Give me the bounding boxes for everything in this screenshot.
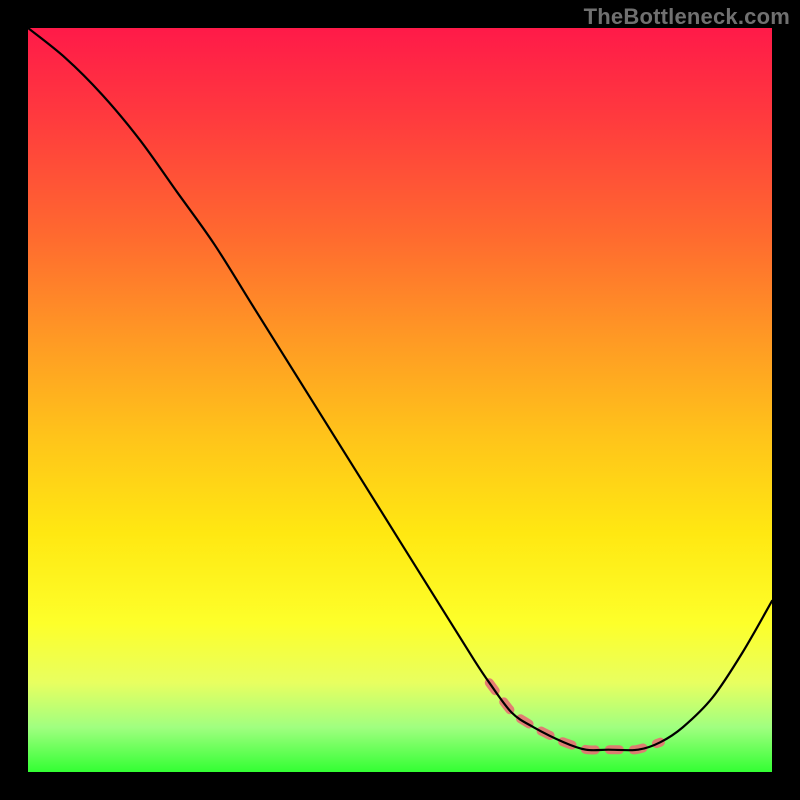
bottleneck-curve — [28, 28, 772, 750]
chart-frame: TheBottleneck.com — [0, 0, 800, 800]
curve-layer — [28, 28, 772, 772]
plot-area — [28, 28, 772, 772]
watermark-text: TheBottleneck.com — [584, 4, 790, 30]
